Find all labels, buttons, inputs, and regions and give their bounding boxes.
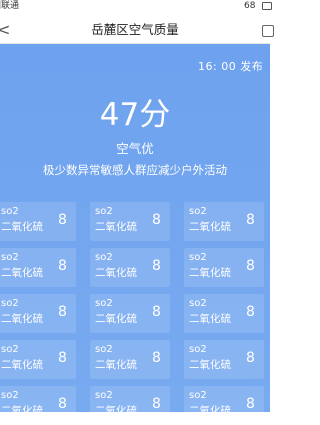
pollutant-value: 8	[58, 350, 67, 366]
pollutant-name: 二氧化硫	[95, 313, 137, 325]
more-icon[interactable]	[262, 25, 274, 37]
pollutant-code: so2	[95, 390, 113, 401]
pollutant-name: 二氧化硫	[1, 221, 43, 233]
pollutant-code: so2	[1, 390, 19, 401]
pollutant-code: so2	[1, 298, 19, 309]
pollutant-value: 8	[152, 212, 161, 228]
pollutant-code: so2	[95, 298, 113, 309]
pollutant-card[interactable]: so2 二氧化硫 8	[0, 294, 76, 333]
pollutant-name: 二氧化硫	[95, 359, 137, 371]
pollutant-code: so2	[1, 252, 19, 263]
pollutant-code: so2	[189, 206, 207, 217]
aqi-score: 47分	[99, 97, 171, 133]
pollutant-code: so2	[189, 298, 207, 309]
carrier-label: 国联通	[0, 1, 20, 11]
pollutant-card[interactable]: so2 二氧化硫 8	[0, 248, 76, 287]
pollutant-card[interactable]: so2 二氧化硫 8	[184, 294, 264, 333]
pollutant-value: 8	[58, 304, 67, 320]
pollutant-code: so2	[95, 252, 113, 263]
pollutant-value: 8	[58, 258, 67, 274]
pollutant-code: so2	[189, 252, 207, 263]
pollutant-code: so2	[95, 206, 113, 217]
pollutant-value: 8	[152, 350, 161, 366]
pollutant-name: 二氧化硫	[1, 313, 43, 325]
pollutant-name: 二氧化硫	[95, 267, 137, 279]
pollutant-name: 二氧化硫	[1, 267, 43, 279]
pollutant-value: 8	[58, 396, 67, 412]
pollutant-card[interactable]: so2 二氧化硫 8	[184, 248, 264, 287]
pollutant-code: so2	[95, 344, 113, 355]
pollutant-card[interactable]: so2 二氧化硫 8	[90, 386, 170, 425]
pollutant-code: so2	[189, 344, 207, 355]
pollutant-value: 8	[246, 304, 255, 320]
pollutant-name: 二氧化硫	[1, 359, 43, 371]
pollutant-value: 8	[58, 212, 67, 228]
pollutant-name: 二氧化硫	[189, 221, 231, 233]
pollutant-code: so2	[1, 206, 19, 217]
pollutant-card[interactable]: so2 二氧化硫 8	[90, 248, 170, 287]
pollutant-name: 二氧化硫	[189, 313, 231, 325]
pollutant-value: 8	[152, 258, 161, 274]
status-bar: 国联通 68	[0, 0, 272, 16]
pollutant-value: 8	[152, 304, 161, 320]
pollutant-card[interactable]: so2 二氧化硫 8	[0, 202, 76, 241]
pollutant-value: 8	[246, 212, 255, 228]
pollutant-code: so2	[1, 344, 19, 355]
update-time: 16: 00 发布	[198, 60, 264, 73]
pollutant-name: 二氧化硫	[189, 359, 231, 371]
pollutant-card[interactable]: so2 二氧化硫 8	[0, 386, 76, 425]
pollutant-card[interactable]: so2 二氧化硫 8	[90, 202, 170, 241]
pollutant-value: 8	[246, 350, 255, 366]
health-advice: 极少数异常敏感人群应减少户外活动	[43, 163, 227, 177]
battery-icon	[262, 2, 272, 10]
battery-level: 68	[244, 1, 256, 11]
pollutant-value: 8	[152, 396, 161, 412]
pollutant-value: 8	[246, 396, 255, 412]
pollutant-card[interactable]: so2 二氧化硫 8	[90, 294, 170, 333]
pollutant-card[interactable]: so2 二氧化硫 8	[90, 340, 170, 379]
pollutant-card[interactable]: so2 二氧化硫 8	[184, 386, 264, 425]
pollutant-code: so2	[189, 390, 207, 401]
page-title: 岳麓区空气质量	[91, 22, 179, 37]
air-quality-panel: 16: 00 发布 47分 空气优 极少数异常敏感人群应减少户外活动 so2 二…	[0, 44, 270, 425]
pollutant-card[interactable]: so2 二氧化硫 8	[184, 202, 264, 241]
pollutant-value: 8	[246, 258, 255, 274]
nav-bar: < 岳麓区空气质量	[0, 16, 274, 44]
pollutant-card[interactable]: so2 二氧化硫 8	[0, 340, 76, 379]
pollutant-card[interactable]: so2 二氧化硫 8	[184, 340, 264, 379]
aqi-level: 空气优	[116, 141, 154, 156]
pollutant-name: 二氧化硫	[95, 221, 137, 233]
pollutant-name: 二氧化硫	[189, 267, 231, 279]
